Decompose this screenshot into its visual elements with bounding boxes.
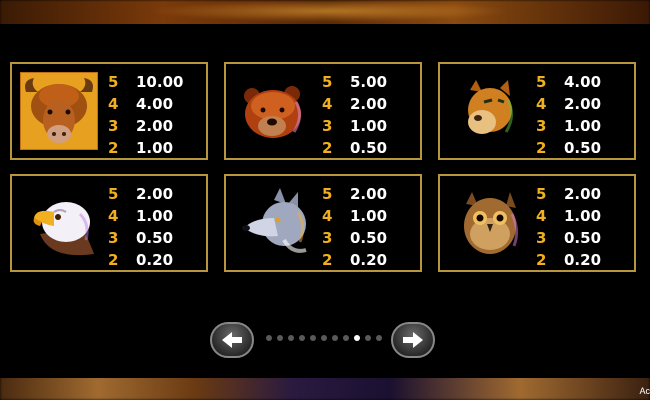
paytable-card-owl: 5 2.00 4 1.00 3 0.50 2 0.20	[438, 174, 636, 272]
match-count: 3	[322, 229, 333, 247]
match-count: 5	[322, 73, 333, 91]
match-count: 5	[108, 185, 119, 203]
owl-icon	[448, 184, 526, 262]
paytable-card-wolf: 5 2.00 4 1.00 3 0.50 2 0.20	[224, 174, 422, 272]
match-count: 2	[322, 139, 333, 157]
payout-value: 1.00	[136, 139, 174, 157]
match-count: 4	[322, 207, 333, 225]
payout-value: 4.00	[564, 73, 602, 91]
payout-value: 0.50	[136, 229, 174, 247]
payout-value: 5.00	[350, 73, 388, 91]
payout-value: 1.00	[564, 207, 602, 225]
page-dot[interactable]	[376, 335, 382, 341]
payout-value: 0.20	[564, 251, 602, 269]
match-count: 4	[536, 95, 547, 113]
payout-value: 2.00	[136, 117, 174, 135]
payout-value: 1.00	[350, 117, 388, 135]
match-count: 2	[536, 139, 547, 157]
payout-value: 2.00	[564, 95, 602, 113]
match-count: 5	[536, 73, 547, 91]
eagle-icon	[20, 184, 98, 262]
paytable-card-buffalo: 5 10.00 4 4.00 3 2.00 2 1.00	[10, 62, 208, 160]
match-count: 5	[536, 185, 547, 203]
page-dot[interactable]	[354, 335, 360, 341]
payout-value: 0.50	[564, 139, 602, 157]
match-count: 5	[108, 73, 119, 91]
match-count: 3	[108, 229, 119, 247]
paytable-overlay: 5 10.00 4 4.00 3 2.00 2 1.00 5 5.00 4 2.00 3 1.…	[0, 24, 650, 378]
page-dot[interactable]	[299, 335, 305, 341]
match-count: 3	[536, 229, 547, 247]
payout-value: 2.00	[136, 185, 174, 203]
buffalo-icon	[20, 72, 98, 150]
corner-label: Ac	[639, 386, 650, 396]
page-dot[interactable]	[310, 335, 316, 341]
prev-page-button[interactable]	[210, 322, 254, 358]
match-count: 3	[536, 117, 547, 135]
cougar-icon	[448, 72, 526, 150]
payout-value: 0.50	[350, 139, 388, 157]
payout-value: 1.00	[136, 207, 174, 225]
payout-value: 2.00	[350, 185, 388, 203]
page-dot[interactable]	[332, 335, 338, 341]
arrow-right-icon	[403, 332, 423, 348]
payout-value: 0.50	[350, 229, 388, 247]
payout-value: 0.50	[564, 229, 602, 247]
wolf-icon	[234, 184, 312, 262]
page-dot[interactable]	[343, 335, 349, 341]
match-count: 4	[108, 207, 119, 225]
match-count: 2	[322, 251, 333, 269]
match-count: 4	[536, 207, 547, 225]
match-count: 2	[108, 139, 119, 157]
background-reels-bottom	[0, 376, 650, 400]
page-dot[interactable]	[277, 335, 283, 341]
match-count: 2	[536, 251, 547, 269]
paytable-card-cougar: 5 4.00 4 2.00 3 1.00 2 0.50	[438, 62, 636, 160]
payout-value: 1.00	[350, 207, 388, 225]
arrow-left-icon	[222, 332, 242, 348]
page-dot[interactable]	[321, 335, 327, 341]
match-count: 4	[108, 95, 119, 113]
background-reels-top	[0, 0, 650, 26]
match-count: 3	[108, 117, 119, 135]
payout-value: 10.00	[136, 73, 184, 91]
payout-value: 2.00	[564, 185, 602, 203]
page-indicator	[266, 335, 386, 343]
next-page-button[interactable]	[391, 322, 435, 358]
paytable-card-eagle: 5 2.00 4 1.00 3 0.50 2 0.20	[10, 174, 208, 272]
match-count: 3	[322, 117, 333, 135]
match-count: 5	[322, 185, 333, 203]
payout-value: 4.00	[136, 95, 174, 113]
payout-value: 0.20	[350, 251, 388, 269]
paytable-card-bear: 5 5.00 4 2.00 3 1.00 2 0.50	[224, 62, 422, 160]
payout-value: 2.00	[350, 95, 388, 113]
bear-icon	[234, 72, 312, 150]
payout-value: 1.00	[564, 117, 602, 135]
page-dot[interactable]	[288, 335, 294, 341]
payout-value: 0.20	[136, 251, 174, 269]
match-count: 2	[108, 251, 119, 269]
match-count: 4	[322, 95, 333, 113]
page-dot[interactable]	[365, 335, 371, 341]
page-dot[interactable]	[266, 335, 272, 341]
